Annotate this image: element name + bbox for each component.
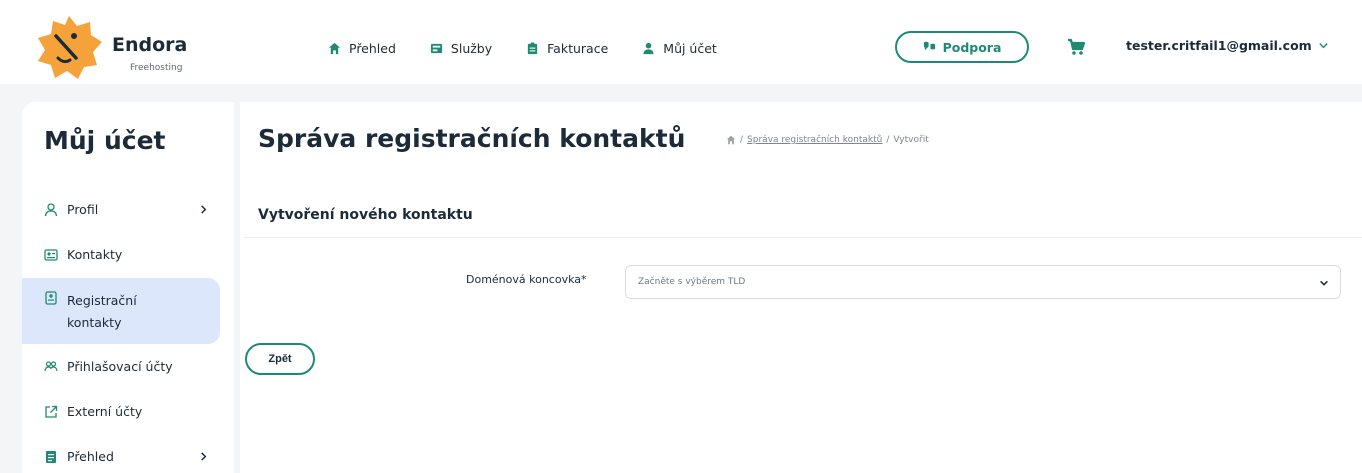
invoice-icon [527,41,538,54]
sidebar-item-label: Profil [67,202,99,217]
section-title: Vytvoření nového kontaktu [258,207,473,223]
sidebar-item-external-accounts[interactable]: Externí účty [22,404,220,420]
nav-label: Můj účet [663,40,717,56]
overview-icon [46,451,56,463]
endora-logo-icon[interactable] [36,14,102,80]
breadcrumb-separator: / [886,135,890,145]
support-label: Podpora [942,39,1002,55]
person-icon [44,203,58,217]
chevron-right-icon [201,205,207,214]
brand-name: Endora [112,34,188,56]
external-link-icon [45,405,58,418]
sidebar-item-label: Přihlašovací účty [67,359,173,374]
sidebar: Můj účet Profil Kontakty Registrační kon… [22,102,234,473]
breadcrumb-current: Vytvořit [893,135,929,145]
breadcrumb-separator: / [740,135,744,145]
nav-item-services[interactable]: Služby [430,41,492,56]
brand-subtitle: Freehosting [130,63,183,73]
back-button[interactable]: Zpět [245,343,315,375]
user-menu[interactable]: tester.critfail1@gmail.com [1126,38,1329,53]
tld-field-label: Doménová koncovka* [466,273,587,286]
sidebar-item-label: Přehled [67,449,114,464]
divider [244,237,1362,238]
user-icon [643,42,654,54]
sidebar-item-label: Kontakty [67,247,123,262]
chevron-down-icon [1320,280,1328,286]
home-icon [328,42,341,54]
tld-select-placeholder: Začněte s výběrem TLD [638,277,746,287]
nav-item-overview[interactable]: Přehled [328,41,396,56]
tld-select[interactable]: Začněte s výběrem TLD [625,265,1341,299]
chevron-down-icon [1319,43,1328,49]
page-title: Správa registračních kontaktů [258,124,686,153]
nav-label: Přehled [349,40,396,56]
breadcrumb-link[interactable]: Správa registračních kontaktů [747,135,882,145]
breadcrumb: / Správa registračních kontaktů / Vytvoř… [726,135,929,145]
services-icon [430,43,442,53]
sidebar-item-label: Externí účty [67,404,143,419]
cart-icon[interactable] [1066,37,1086,57]
sidebar-item-contacts[interactable]: Kontakty [22,247,220,263]
support-button[interactable]: Podpora [895,31,1029,63]
registration-icon [45,291,57,305]
nav-label: Fakturace [547,40,609,56]
nav-item-invoicing[interactable]: Fakturace [526,41,608,56]
nav-item-my-account[interactable]: Můj účet [642,41,717,56]
home-icon[interactable] [726,135,736,145]
chevron-right-icon [201,452,207,461]
sidebar-item-label: Registrační kontakty [67,293,137,330]
main-nav: Přehled Služby Fakturace Můj účet [328,38,717,58]
main-content: Správa registračních kontaktů / Správa r… [240,102,1362,473]
sidebar-item-login-accounts[interactable]: Přihlašovací účty [22,359,220,375]
support-icon [923,41,935,50]
sidebar-title: Můj účet [44,126,166,155]
sidebar-item-overview[interactable]: Přehled [22,449,220,465]
nav-label: Služby [450,40,493,56]
sidebar-item-profile[interactable]: Profil [22,202,220,218]
top-bar: Endora Freehosting Přehled Služby Faktur… [0,0,1362,84]
accounts-icon [44,361,58,372]
user-email: tester.critfail1@gmail.com [1126,38,1312,53]
sidebar-item-registration-contacts[interactable]: Registrační kontakty [22,278,220,344]
contact-card-icon [44,249,58,261]
